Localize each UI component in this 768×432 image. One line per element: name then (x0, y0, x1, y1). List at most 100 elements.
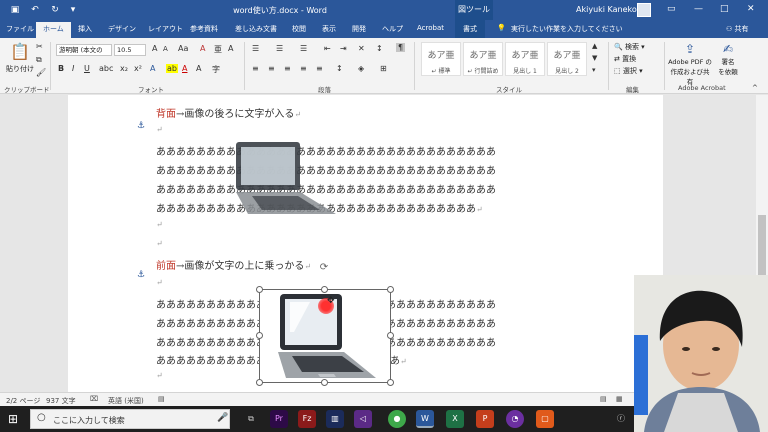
powerpoint-icon[interactable]: P (476, 410, 494, 428)
tab-references[interactable]: 参考資料 (190, 24, 218, 34)
subscript-icon[interactable]: x₂ (120, 64, 128, 73)
line-icon[interactable]: ● (388, 410, 406, 428)
microphone-icon[interactable]: 🎤 (217, 413, 228, 423)
replace-button[interactable]: ⇄ 置換 (614, 54, 636, 64)
language[interactable]: 英語 (米国) (108, 396, 144, 406)
font-name-select[interactable]: 游明朝 (本文の (56, 44, 112, 56)
tab-home[interactable]: ホーム (36, 22, 71, 38)
style-heading-1[interactable]: あア亜 見出し 1 (505, 42, 545, 76)
asian-layout-icon[interactable]: ✕ (358, 44, 365, 53)
read-mode-icon[interactable]: ▤ (600, 395, 607, 403)
bold-icon[interactable]: B (58, 64, 64, 73)
strikethrough-icon[interactable]: abc (99, 64, 113, 73)
font-color-icon[interactable]: A (182, 64, 187, 73)
clear-format-icon[interactable]: A (200, 44, 205, 53)
filezilla-icon[interactable]: Fz (298, 410, 316, 428)
resize-handle[interactable] (387, 332, 394, 339)
distributed-icon[interactable]: ≡ (316, 64, 323, 73)
taskbar-search[interactable]: ○ ここに入力して検索 🎤 (30, 409, 230, 429)
maximize-button[interactable]: □ (720, 4, 729, 14)
app-icon[interactable]: ▢ (536, 410, 554, 428)
accessibility-icon[interactable]: ▤ (158, 395, 165, 403)
resize-handle[interactable] (256, 379, 263, 386)
tab-format[interactable]: 書式 (455, 20, 485, 38)
tab-file[interactable]: ファイル (6, 24, 34, 34)
scrollbar-thumb[interactable] (758, 215, 766, 275)
change-case-icon[interactable]: Aa (178, 44, 188, 53)
excel-icon[interactable]: X (446, 410, 464, 428)
save-icon[interactable]: ▣ (8, 3, 22, 17)
show-marks-icon[interactable]: ¶ (396, 43, 406, 52)
laptop-image-behind[interactable] (228, 140, 338, 220)
word-count[interactable]: 937 文字 (46, 396, 76, 406)
shading-icon[interactable]: ◈ (358, 64, 364, 73)
tab-layout[interactable]: レイアウト (148, 24, 183, 34)
ribbon-display-icon[interactable]: ▭ (667, 4, 676, 14)
task-view-icon[interactable]: ⧉ (242, 410, 260, 428)
bullets-icon[interactable]: ☰ (252, 44, 259, 53)
tell-me-input[interactable]: 実行したい作業を入力してください (511, 24, 623, 34)
tab-developer[interactable]: 開発 (352, 24, 366, 34)
italic-icon[interactable]: I (72, 64, 74, 73)
char-border-icon[interactable]: 字 (212, 64, 220, 75)
customize-qat-icon[interactable]: ▾ (66, 3, 80, 17)
premiere-icon[interactable]: Pr (270, 410, 288, 428)
decrease-indent-icon[interactable]: ⇤ (324, 44, 331, 53)
font-size-select[interactable]: 10.5 (114, 44, 146, 56)
multilevel-list-icon[interactable]: ☰ (300, 44, 307, 53)
tab-acrobat[interactable]: Acrobat (417, 24, 444, 32)
redo-icon[interactable]: ↻ (48, 3, 62, 17)
create-pdf-button[interactable]: ⇪ Adobe PDF の 作成および共有 (668, 42, 712, 86)
align-right-icon[interactable]: ≡ (284, 64, 291, 73)
style-heading-2[interactable]: あア亜 見出し 2 (547, 42, 587, 76)
tab-view[interactable]: 表示 (322, 24, 336, 34)
resize-handle[interactable] (256, 286, 263, 293)
resize-handle[interactable] (321, 286, 328, 293)
line-spacing-icon[interactable]: ↕ (336, 64, 343, 73)
request-signature-button[interactable]: ✍ 署名 を依頼 (714, 42, 742, 76)
close-button[interactable]: ✕ (747, 4, 755, 14)
phonetic-guide-icon[interactable]: 亜 (214, 44, 222, 55)
tab-review[interactable]: 校閲 (292, 24, 306, 34)
format-painter-icon[interactable]: 🖌 (36, 68, 46, 77)
notification-icon[interactable]: ⓡ (612, 410, 630, 428)
cut-icon[interactable]: ✂ (36, 42, 43, 51)
app-icon[interactable]: ◔ (506, 410, 524, 428)
select-button[interactable]: ⬚ 選択 ▾ (614, 66, 643, 76)
proofing-icon[interactable]: ⌧ (90, 395, 98, 403)
user-name[interactable]: Akiyuki Kaneko (576, 5, 637, 14)
print-layout-icon[interactable]: ▦ (616, 395, 623, 403)
align-center-icon[interactable]: ≡ (268, 64, 275, 73)
app-icon[interactable]: ▥ (326, 410, 344, 428)
enclose-char-icon[interactable]: A (228, 44, 233, 53)
collapse-ribbon-icon[interactable]: ^ (752, 84, 758, 92)
windows-start-icon[interactable]: ⊞ (8, 412, 18, 426)
style-no-spacing[interactable]: あア亜 ↵ 行間詰め (463, 42, 503, 76)
grow-font-icon[interactable]: A (152, 44, 157, 53)
tab-help[interactable]: ヘルプ (382, 24, 403, 34)
highlight-icon[interactable]: ab (166, 64, 178, 73)
visual-studio-icon[interactable]: ◁ (354, 410, 372, 428)
paste-button[interactable]: 貼り付け (6, 64, 34, 74)
resize-handle[interactable] (387, 286, 394, 293)
tab-mailings[interactable]: 差し込み文書 (235, 24, 277, 34)
resize-handle[interactable] (321, 379, 328, 386)
styles-scroll-up-icon[interactable]: ▲ (592, 42, 597, 50)
underline-icon[interactable]: U (84, 64, 90, 73)
resize-handle[interactable] (387, 379, 394, 386)
superscript-icon[interactable]: x² (134, 64, 142, 73)
borders-icon[interactable]: ⊞ (380, 64, 387, 73)
copy-icon[interactable]: ⧉ (36, 55, 42, 65)
style-normal[interactable]: あア亜 ↵ 標準 (421, 42, 461, 76)
styles-scroll-down-icon[interactable]: ▼ (592, 54, 597, 62)
char-shading-icon[interactable]: A (196, 64, 201, 73)
styles-more-icon[interactable]: ▾ (592, 66, 596, 74)
text-effects-icon[interactable]: A (150, 64, 155, 73)
tab-design[interactable]: デザイン (108, 24, 136, 34)
sort-icon[interactable]: ↕ (376, 44, 383, 53)
word-taskbar-icon[interactable]: W (416, 410, 434, 428)
paste-icon[interactable]: 📋 (10, 42, 30, 61)
increase-indent-icon[interactable]: ⇥ (340, 44, 347, 53)
rotate-handle-icon[interactable]: ⟳ (318, 262, 330, 274)
align-left-icon[interactable]: ≡ (252, 64, 259, 73)
